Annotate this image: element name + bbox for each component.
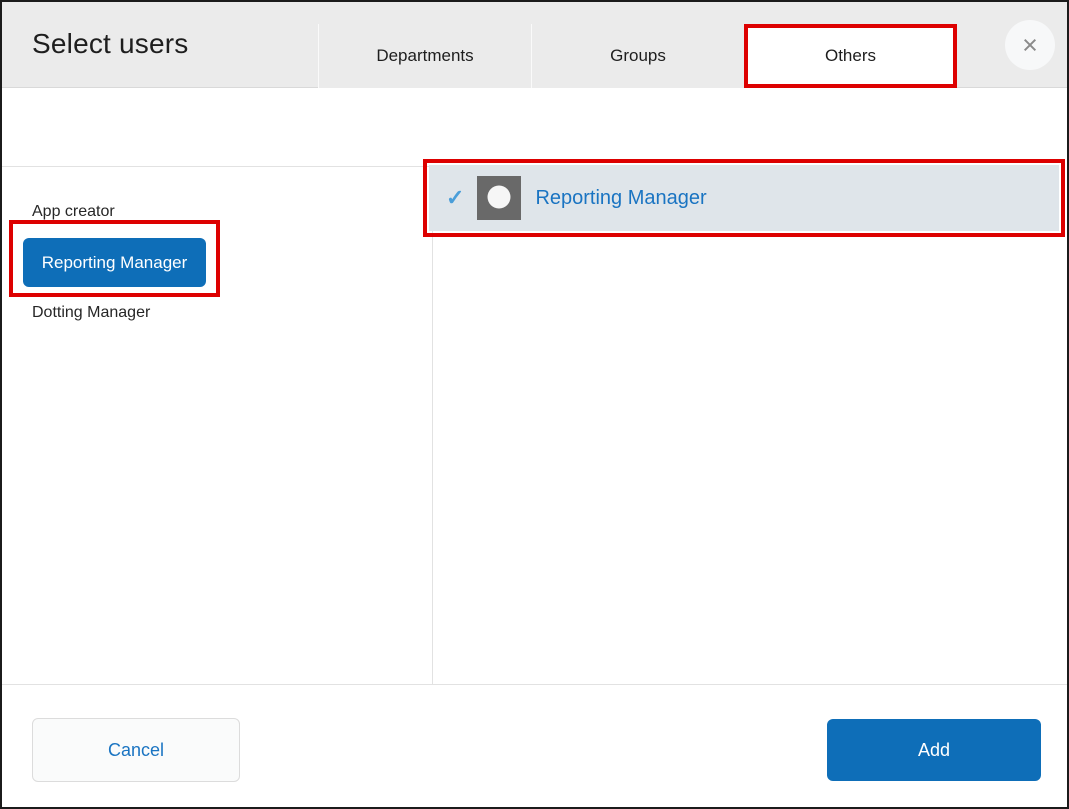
selected-entry-label: Reporting Manager [535,187,706,210]
list-item-reporting-manager-label: Reporting Manager [42,253,188,273]
close-button[interactable]: × [1005,20,1055,70]
select-users-dialog: Select users Departments Groups Others ×… [0,0,1069,809]
tab-others[interactable]: Others [744,24,957,88]
tab-groups-label: Groups [610,46,666,66]
selected-entry-row[interactable]: ✓ Reporting Manager [429,165,1059,231]
list-item-dotting-manager[interactable]: Dotting Manager [32,304,150,322]
page-title: Select users [32,28,188,60]
check-icon: ✓ [446,187,464,209]
tab-departments-label: Departments [376,46,473,66]
close-icon: × [1022,32,1038,59]
footer-divider [2,684,1067,685]
tab-bar: Departments Groups Others [318,24,957,88]
user-avatar-icon [477,176,521,220]
panel-vertical-divider [432,166,433,684]
add-button[interactable]: Add [827,719,1041,781]
add-button-label: Add [918,740,950,761]
dialog-header: Select users Departments Groups Others × [2,2,1067,88]
tab-others-label: Others [825,46,876,66]
cancel-button[interactable]: Cancel [32,718,240,782]
tab-groups[interactable]: Groups [531,24,744,88]
tab-departments[interactable]: Departments [318,24,531,88]
cancel-button-label: Cancel [108,740,164,761]
list-item-reporting-manager-selected[interactable]: Reporting Manager [23,238,206,287]
left-panel-top-divider [2,166,432,167]
list-item-app-creator[interactable]: App creator [32,203,115,221]
